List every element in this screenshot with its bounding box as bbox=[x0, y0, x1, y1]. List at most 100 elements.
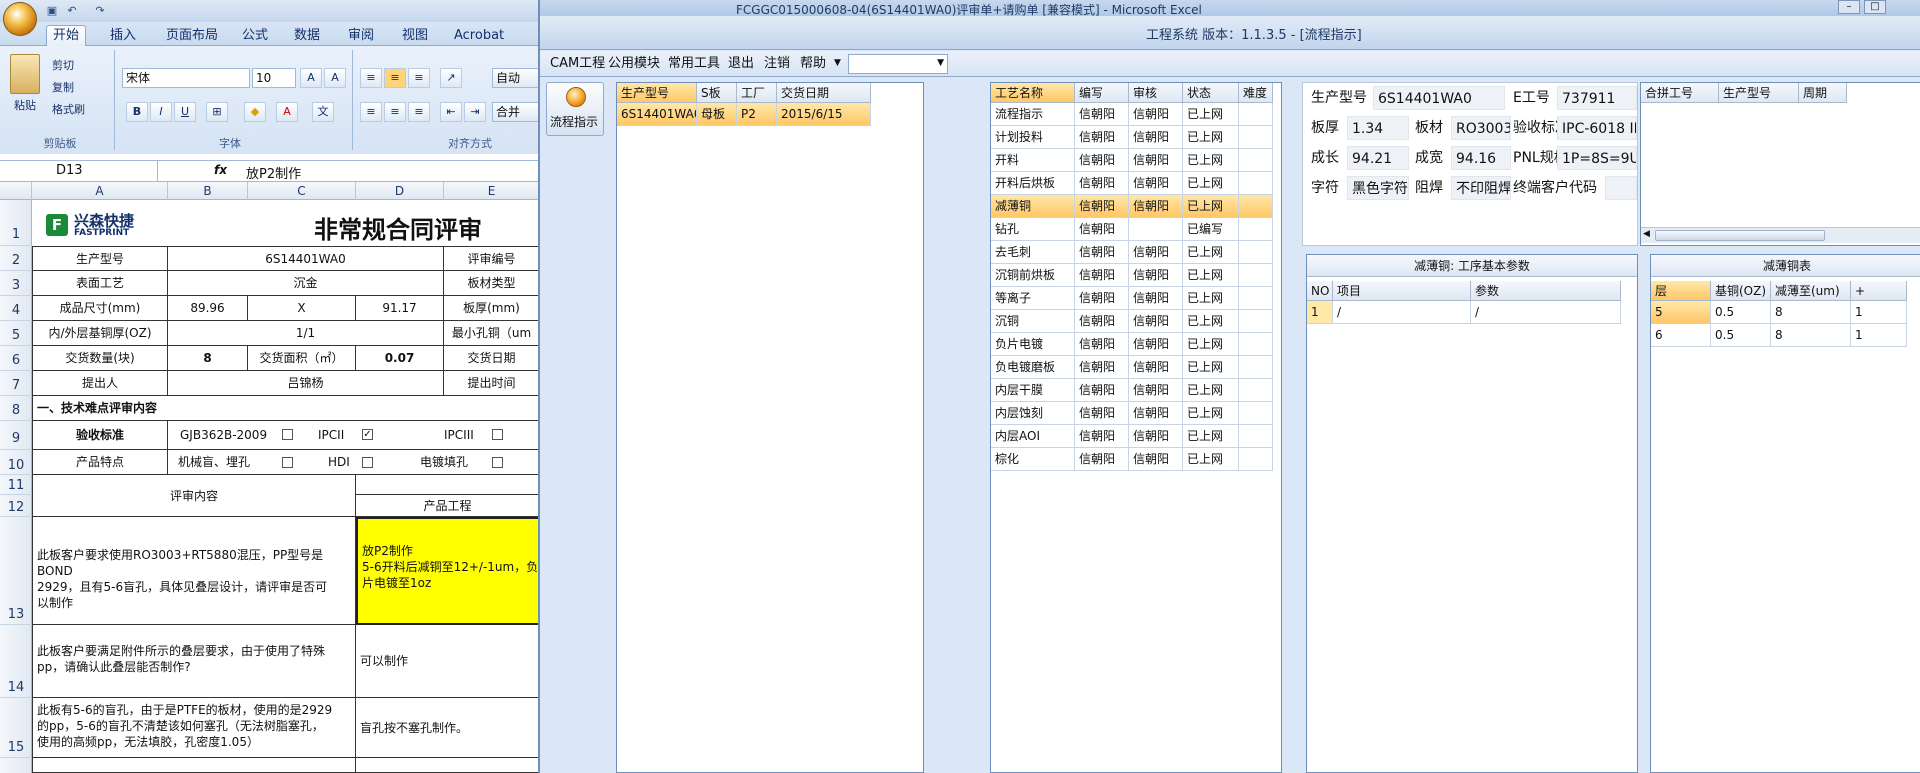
row-header[interactable]: 2 bbox=[0, 246, 32, 271]
process-cell[interactable]: 沉铜前烘板 bbox=[991, 264, 1075, 287]
process-cell[interactable] bbox=[1239, 379, 1273, 402]
tab-home[interactable]: 开始 bbox=[46, 25, 87, 47]
process-header[interactable]: 难度 bbox=[1239, 83, 1273, 103]
process-cell[interactable]: 信朝阳 bbox=[1075, 218, 1129, 241]
checkbox-gjb[interactable] bbox=[282, 429, 293, 440]
paste-button[interactable]: 粘贴 bbox=[14, 98, 36, 114]
params-header[interactable]: 参数 bbox=[1471, 281, 1621, 301]
menu-exit[interactable]: 退出 bbox=[728, 55, 754, 73]
process-cell[interactable]: 信朝阳 bbox=[1129, 333, 1183, 356]
label-size[interactable]: 成品尺寸(mm) bbox=[32, 296, 168, 321]
process-cell[interactable]: 已上网 bbox=[1183, 103, 1239, 126]
process-cell[interactable]: 内层AOI bbox=[991, 425, 1075, 448]
label-area[interactable]: 交货面积（㎡） bbox=[248, 346, 356, 371]
value-size-y[interactable]: 91.17 bbox=[356, 296, 444, 321]
merge-header[interactable]: 生产型号 bbox=[1719, 83, 1799, 103]
italic-button[interactable]: I bbox=[150, 102, 172, 122]
label-thickness[interactable]: 板厚(mm) bbox=[444, 296, 540, 321]
process-cell[interactable] bbox=[1239, 264, 1273, 287]
process-cell[interactable] bbox=[1239, 241, 1273, 264]
thin-cell[interactable]: 6 bbox=[1651, 324, 1711, 347]
section-heading[interactable]: 一、技术难点评审内容 bbox=[32, 396, 540, 421]
value-eno[interactable]: 737911 bbox=[1557, 86, 1637, 110]
label-proposer[interactable]: 提出人 bbox=[32, 371, 168, 396]
value-solder-mask[interactable]: 不印阻焊 bbox=[1451, 176, 1511, 200]
value-pnl[interactable]: 1P=8S=9U bbox=[1557, 146, 1637, 170]
process-cell[interactable]: 信朝阳 bbox=[1129, 126, 1183, 149]
row-header[interactable]: 5 bbox=[0, 321, 32, 346]
fx-icon[interactable]: fx bbox=[214, 163, 227, 177]
menu-common-module[interactable]: 公用模块 bbox=[608, 55, 660, 73]
thin-cell[interactable]: 8 bbox=[1771, 324, 1851, 347]
align-left-icon[interactable]: ≡ bbox=[360, 102, 382, 122]
value-proposer[interactable]: 吕锦杨 bbox=[168, 371, 444, 396]
label-acceptance[interactable]: 验收标准 bbox=[32, 421, 168, 450]
fill-color-icon[interactable]: ◆ bbox=[244, 102, 266, 122]
value-size-sep[interactable]: X bbox=[248, 296, 356, 321]
value-length[interactable]: 94.21 bbox=[1347, 146, 1409, 170]
label-copper[interactable]: 内/外层基铜厚(OZ) bbox=[32, 321, 168, 346]
process-cell[interactable]: 信朝阳 bbox=[1129, 264, 1183, 287]
checkbox-blind-buried[interactable] bbox=[282, 457, 293, 468]
params-cell[interactable]: 1 bbox=[1307, 301, 1333, 324]
process-cell[interactable] bbox=[1239, 356, 1273, 379]
order-cell[interactable]: P2 bbox=[737, 103, 777, 126]
order-header[interactable]: 工厂 bbox=[737, 83, 777, 103]
align-center-icon[interactable]: ≡ bbox=[384, 102, 406, 122]
menu-logout[interactable]: 注销 bbox=[764, 55, 790, 73]
value-legend[interactable]: 黑色字符 bbox=[1347, 176, 1409, 200]
thin-cell[interactable]: 1 bbox=[1851, 301, 1907, 324]
process-cell[interactable]: 流程指示 bbox=[991, 103, 1075, 126]
process-cell[interactable]: 信朝阳 bbox=[1129, 402, 1183, 425]
order-cell[interactable]: 母板 bbox=[697, 103, 737, 126]
process-cell[interactable]: 已上网 bbox=[1183, 379, 1239, 402]
format-painter-button[interactable]: 格式刷 bbox=[52, 102, 85, 118]
restore-icon[interactable]: □ bbox=[1864, 0, 1886, 14]
process-cell[interactable]: 已上网 bbox=[1183, 149, 1239, 172]
row-header[interactable]: 4 bbox=[0, 296, 32, 321]
process-cell[interactable] bbox=[1239, 172, 1273, 195]
process-cell[interactable] bbox=[1239, 287, 1273, 310]
process-cell[interactable]: 已上网 bbox=[1183, 172, 1239, 195]
process-cell[interactable]: 信朝阳 bbox=[1129, 287, 1183, 310]
process-cell[interactable] bbox=[1239, 126, 1273, 149]
thin-cell[interactable]: 8 bbox=[1771, 301, 1851, 324]
office-button[interactable] bbox=[3, 2, 37, 36]
tab-view[interactable]: 视图 bbox=[396, 26, 434, 46]
menu-combo[interactable]: ▼ bbox=[848, 54, 948, 74]
process-cell[interactable]: 内层干膜 bbox=[991, 379, 1075, 402]
row-header[interactable]: 12 bbox=[0, 495, 32, 517]
row-header[interactable]: 6 bbox=[0, 346, 32, 371]
blank-cell[interactable] bbox=[356, 475, 540, 495]
checkbox-fill-plating[interactable] bbox=[492, 457, 503, 468]
process-cell[interactable]: 已上网 bbox=[1183, 333, 1239, 356]
border-icon[interactable]: ⊞ bbox=[206, 102, 228, 122]
process-cell[interactable] bbox=[1129, 218, 1183, 241]
font-size-select[interactable]: 10 bbox=[252, 68, 296, 88]
row-header[interactable]: 8 bbox=[0, 396, 32, 421]
select-all-corner[interactable] bbox=[0, 182, 32, 200]
params-cell[interactable]: / bbox=[1333, 301, 1471, 324]
process-cell[interactable] bbox=[1239, 402, 1273, 425]
underline-button[interactable]: U bbox=[174, 102, 196, 122]
process-cell[interactable]: 已上网 bbox=[1183, 356, 1239, 379]
review-item-3[interactable]: 此板有5-6的盲孔，由于是PTFE的板材，使用的是2929 的pp，5-6的盲孔… bbox=[32, 698, 356, 758]
process-header[interactable]: 工艺名称 bbox=[991, 83, 1075, 103]
checkbox-ipc2[interactable]: ✓ bbox=[362, 429, 373, 440]
process-cell[interactable]: 信朝阳 bbox=[1075, 425, 1129, 448]
increase-indent-icon[interactable]: ⇥ bbox=[464, 102, 486, 122]
column-header-e[interactable]: E bbox=[444, 182, 540, 200]
process-cell[interactable]: 等离子 bbox=[991, 287, 1075, 310]
process-cell[interactable]: 信朝阳 bbox=[1129, 310, 1183, 333]
label-board-type[interactable]: 板材类型 bbox=[444, 271, 540, 296]
column-header-c[interactable]: C bbox=[248, 182, 356, 200]
order-cell[interactable]: 2015/6/15 bbox=[777, 103, 871, 126]
process-cell[interactable]: 信朝阳 bbox=[1129, 172, 1183, 195]
label-review-no[interactable]: 评审编号 bbox=[444, 246, 540, 271]
checkbox-hdi[interactable] bbox=[362, 457, 373, 468]
horizontal-scrollbar[interactable]: ◀ bbox=[1641, 227, 1920, 243]
row-header[interactable]: 13 bbox=[0, 517, 32, 625]
tab-review[interactable]: 审阅 bbox=[342, 26, 380, 46]
process-cell[interactable]: 信朝阳 bbox=[1129, 241, 1183, 264]
review-item-2[interactable]: 此板客户要满足附件所示的叠层要求，由于使用了特殊 pp，请确认此叠层能否制作? bbox=[32, 625, 356, 698]
